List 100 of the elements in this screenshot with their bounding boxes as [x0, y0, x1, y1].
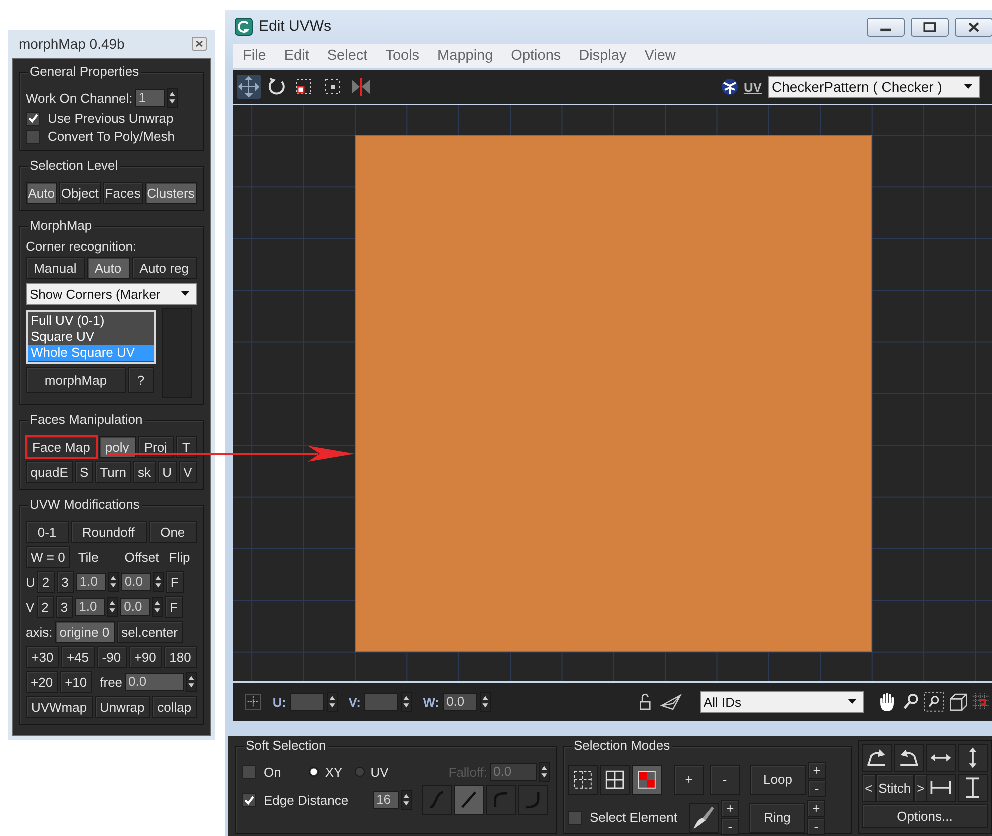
- spinner-arrows[interactable]: [401, 692, 412, 712]
- crosshair-icon[interactable]: [245, 693, 262, 711]
- loop-button[interactable]: Loop: [750, 764, 806, 794]
- uvw-button[interactable]: UVWmap: [26, 696, 92, 718]
- spinner-arrows[interactable]: [152, 597, 164, 617]
- list-item[interactable]: Full UV (0-1): [28, 313, 154, 329]
- checkbox[interactable]: [568, 810, 582, 824]
- axis-button[interactable]: 2: [36, 596, 54, 618]
- face-button[interactable]: Turn: [95, 461, 132, 483]
- selection-level-button[interactable]: Clusters: [144, 182, 197, 204]
- checkbox[interactable]: [26, 130, 40, 144]
- shrink-button[interactable]: -: [710, 764, 740, 794]
- dropdown[interactable]: Show Corners (Marker: [26, 283, 197, 305]
- face-button[interactable]: sk: [133, 461, 156, 483]
- morphmap-button[interactable]: morphMap: [26, 367, 126, 393]
- uvw-button[interactable]: collap: [152, 696, 198, 718]
- radio-button[interactable]: [309, 767, 320, 777]
- linear-curve-icon[interactable]: [454, 785, 484, 815]
- axis-button[interactable]: 2: [37, 571, 55, 593]
- minus-button[interactable]: -: [807, 818, 826, 835]
- rotate-button[interactable]: +20: [26, 671, 58, 693]
- dropdown[interactable]: CheckerPattern ( Checker ): [768, 76, 980, 98]
- face-button[interactable]: V: [178, 461, 198, 483]
- face-mode-icon[interactable]: [632, 764, 662, 794]
- spinner-arrows[interactable]: [186, 672, 197, 692]
- face-button[interactable]: poly: [98, 436, 136, 458]
- menu-item[interactable]: File: [243, 48, 266, 64]
- edge-mode-icon[interactable]: [600, 764, 630, 794]
- menu-item[interactable]: Edit: [284, 48, 310, 64]
- stitch-left-button[interactable]: <: [862, 774, 876, 802]
- move-icon[interactable]: [237, 75, 261, 99]
- uvw-button[interactable]: One: [148, 521, 198, 543]
- rotate-button[interactable]: +45: [61, 646, 95, 668]
- help-button[interactable]: ?: [128, 367, 154, 393]
- dashed-magnifier-icon[interactable]: [924, 691, 945, 713]
- spinner-arrows[interactable]: [152, 572, 164, 592]
- uvw-button[interactable]: Unwrap: [94, 696, 150, 718]
- number-field[interactable]: 1.0: [75, 598, 106, 616]
- ring-button[interactable]: Ring: [749, 802, 806, 832]
- stitch-button[interactable]: Stitch: [876, 774, 914, 802]
- number-field[interactable]: [290, 693, 324, 711]
- face-button[interactable]: T: [176, 436, 197, 458]
- radio-button[interactable]: [354, 767, 365, 777]
- menu-item[interactable]: Tools: [386, 48, 420, 64]
- menu-item[interactable]: View: [644, 48, 676, 64]
- flip-button[interactable]: F: [166, 571, 184, 593]
- number-field[interactable]: 1.0: [76, 573, 106, 591]
- vertex-mode-icon[interactable]: [568, 764, 598, 794]
- spinner-arrows[interactable]: [166, 88, 178, 108]
- menu-item[interactable]: Display: [579, 48, 627, 64]
- plus-button[interactable]: +: [807, 800, 826, 817]
- axis-button[interactable]: 3: [56, 596, 74, 618]
- selection-level-button[interactable]: Faces: [103, 182, 143, 204]
- face-button[interactable]: U: [158, 461, 177, 483]
- channel-field[interactable]: 1: [134, 89, 165, 107]
- cube-frame-icon[interactable]: [948, 691, 968, 713]
- corner-button[interactable]: Manual: [26, 257, 85, 279]
- uv-toggle[interactable]: UV: [744, 80, 762, 94]
- options-button[interactable]: Options...: [862, 804, 988, 828]
- spinner-arrows[interactable]: [400, 790, 412, 810]
- face-button[interactable]: S: [75, 461, 94, 483]
- menu-item[interactable]: Select: [327, 48, 368, 64]
- spinner-arrows[interactable]: [107, 597, 118, 617]
- minus-button[interactable]: -: [808, 780, 826, 797]
- corner-button[interactable]: Auto reg: [132, 257, 198, 279]
- face-button[interactable]: Face Map: [26, 436, 97, 458]
- spinner-arrows[interactable]: [108, 572, 119, 592]
- dropdown[interactable]: All IDs: [700, 691, 864, 713]
- uvw-button[interactable]: 0-1: [26, 521, 68, 543]
- uvw-button[interactable]: Roundoff: [70, 521, 147, 543]
- brush-icon[interactable]: [689, 802, 720, 832]
- number-field[interactable]: 0.0: [124, 673, 184, 691]
- list-item[interactable]: Square UV: [28, 329, 154, 345]
- flip-button[interactable]: F: [165, 596, 184, 618]
- minus-button[interactable]: -: [721, 818, 740, 835]
- rotate-button[interactable]: +30: [26, 646, 60, 668]
- minimize-icon[interactable]: [867, 18, 905, 37]
- rotate-button[interactable]: -90: [96, 646, 127, 668]
- menu-item[interactable]: Mapping: [438, 48, 494, 64]
- axis-origin-button[interactable]: sel.center: [116, 621, 183, 643]
- face-button[interactable]: Proj: [138, 436, 174, 458]
- grow-button[interactable]: +: [674, 764, 704, 794]
- selection-level-button[interactable]: Object: [59, 182, 102, 204]
- number-field[interactable]: 0.0: [120, 598, 150, 616]
- restore-icon[interactable]: [911, 18, 949, 37]
- checkbox[interactable]: [26, 112, 40, 126]
- spinner-arrows[interactable]: [539, 762, 550, 782]
- horizontal-bracket-icon[interactable]: [926, 774, 956, 802]
- vertical-bracket-icon[interactable]: [958, 774, 988, 802]
- corner-button[interactable]: Auto: [86, 257, 130, 279]
- number-field[interactable]: 16: [372, 791, 399, 809]
- axis-button[interactable]: 3: [56, 571, 74, 593]
- rotate-button[interactable]: +10: [60, 671, 92, 693]
- paper-plane-icon[interactable]: [660, 692, 683, 712]
- face-button[interactable]: quadE: [26, 461, 74, 483]
- number-field[interactable]: 0.0: [120, 573, 151, 591]
- spinner-arrows[interactable]: [480, 692, 491, 712]
- number-field[interactable]: 0.0: [442, 693, 477, 711]
- checkbox[interactable]: [242, 765, 256, 779]
- rotate-button[interactable]: 180: [164, 646, 198, 668]
